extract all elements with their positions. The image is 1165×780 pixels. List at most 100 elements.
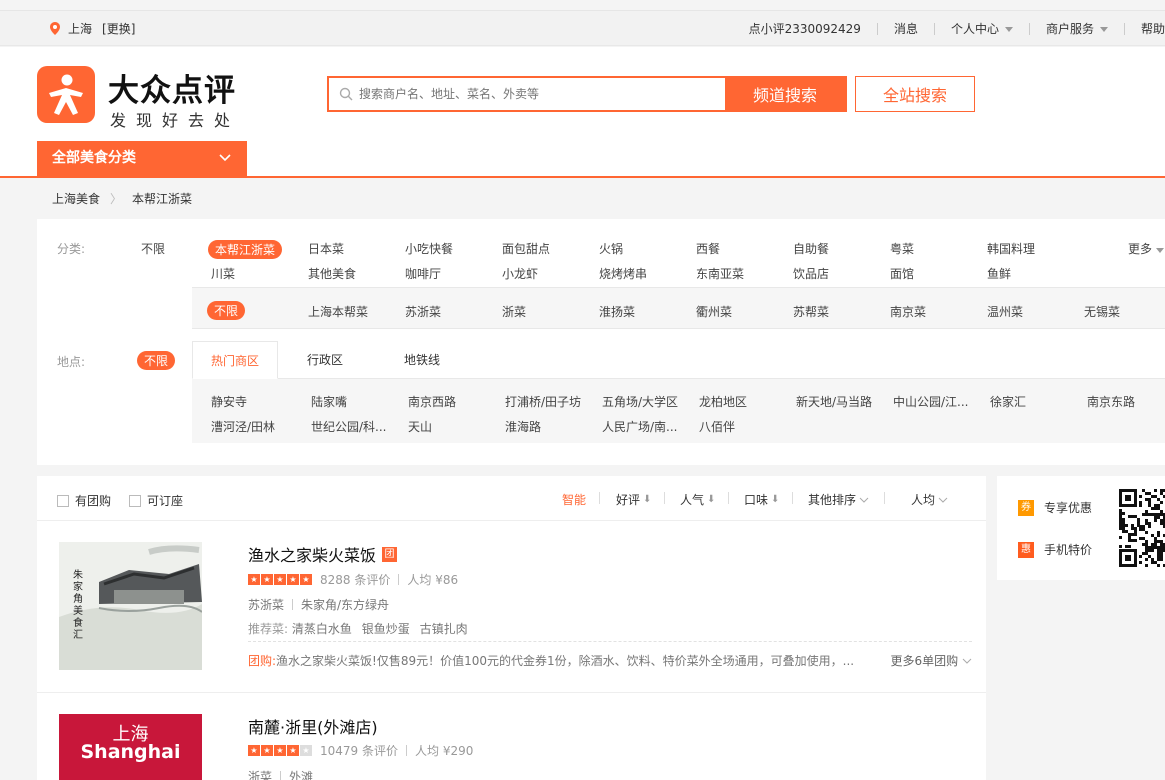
tab-admin-districts[interactable]: 行政区 xyxy=(289,341,361,379)
area-tag[interactable]: 外滩 xyxy=(289,768,313,780)
subcategory-option[interactable]: 淮扬菜 xyxy=(599,303,635,320)
shop-thumbnail[interactable]: 朱家角美食汇 xyxy=(59,542,202,670)
exclusive-offers-link[interactable]: 券 专享优惠 xyxy=(1018,499,1092,516)
area-option[interactable]: 五角场/大学区 xyxy=(602,393,678,410)
location-all[interactable]: 不限 xyxy=(137,351,176,370)
area-option[interactable]: 漕河泾/田林 xyxy=(211,418,275,435)
shop-name-link[interactable]: 南麓·浙里(外滩店) xyxy=(248,714,378,738)
username-link[interactable]: 点小评2330092429 xyxy=(733,20,877,37)
subcategory-option[interactable]: 苏浙菜 xyxy=(405,303,441,320)
category-option[interactable]: 小吃快餐 xyxy=(405,240,453,257)
sort-rating[interactable]: 好评 ⬇ xyxy=(616,491,651,508)
shop-name-row: 渔水之家柴火菜饭 团 xyxy=(248,542,398,566)
category-option[interactable]: 粤菜 xyxy=(890,240,914,257)
area-option[interactable]: 世纪公园/科... xyxy=(311,418,387,435)
subcategory-option[interactable]: 上海本帮菜 xyxy=(308,303,368,320)
area-option[interactable]: 静安寺 xyxy=(211,393,247,410)
category-option[interactable]: 本帮江浙菜 xyxy=(208,240,283,259)
chevron-down-icon xyxy=(219,154,231,162)
area-option[interactable]: 八佰伴 xyxy=(699,418,735,435)
subcategory-option[interactable]: 无锡菜 xyxy=(1084,303,1120,320)
messages-label: 消息 xyxy=(893,22,918,36)
star-icon: ★ xyxy=(248,745,260,756)
reservable-checkbox[interactable]: 可订座 xyxy=(129,492,183,509)
has-group-buy-checkbox[interactable]: 有团购 xyxy=(57,492,111,509)
category-option[interactable]: 日本菜 xyxy=(308,240,344,257)
sort-other[interactable]: 其他排序 xyxy=(808,491,869,508)
category-option[interactable]: 韩国料理 xyxy=(987,240,1035,257)
category-option[interactable]: 面包甜点 xyxy=(502,240,550,257)
site-search-button[interactable]: 全站搜索 xyxy=(855,76,975,112)
cuisine-tag[interactable]: 苏浙菜 xyxy=(248,596,284,613)
messages-link[interactable]: 消息 xyxy=(878,20,934,37)
more-deals-link[interactable]: 更多6单团购 xyxy=(891,652,972,669)
review-count-link[interactable]: 10479 条评价 xyxy=(320,742,398,759)
category-option[interactable]: 面馆 xyxy=(890,265,914,282)
review-count-link[interactable]: 8288 条评价 xyxy=(320,571,390,588)
subcategory-option[interactable]: 温州菜 xyxy=(987,303,1023,320)
cuisine-tag[interactable]: 浙菜 xyxy=(248,768,272,780)
breadcrumb-shanghai-food[interactable]: 上海美食 xyxy=(52,190,100,207)
sort-popularity[interactable]: 人气 ⬇ xyxy=(680,491,715,508)
category-option[interactable]: 鱼鲜 xyxy=(987,265,1011,282)
area-option[interactable]: 南京东路 xyxy=(1087,393,1135,410)
area-option[interactable]: 陆家嘴 xyxy=(311,393,347,410)
personal-center-menu[interactable]: 个人中心 xyxy=(935,20,1029,37)
shop-item[interactable]: 朱家角美食汇 渔水之家柴火菜饭 团 ★ ★ ★ ★ ★ 8288 条评价 人均 ¥86 … xyxy=(37,521,986,693)
divider xyxy=(664,492,665,504)
category-option[interactable]: 东南亚菜 xyxy=(696,265,744,282)
city-selector[interactable]: 上海 [更换] xyxy=(50,20,135,37)
category-option[interactable]: 饮品店 xyxy=(793,265,829,282)
sort-avg-price[interactable]: 人均 xyxy=(911,491,948,508)
category-option[interactable]: 咖啡厅 xyxy=(405,265,441,282)
tab-metro-lines[interactable]: 地铁线 xyxy=(386,341,458,379)
subcategory-option[interactable]: 衢州菜 xyxy=(696,303,732,320)
area-option[interactable]: 中山公园/江... xyxy=(893,393,969,410)
checkbox-box xyxy=(57,494,69,507)
dish-link[interactable]: 银鱼炒蛋 xyxy=(362,622,410,636)
dish-link[interactable]: 清蒸白水鱼 xyxy=(292,622,352,636)
category-option[interactable]: 小龙虾 xyxy=(502,265,538,282)
category-filter-label: 分类: xyxy=(57,242,86,256)
dish-link[interactable]: 古镇扎肉 xyxy=(420,622,468,636)
category-option[interactable]: 川菜 xyxy=(211,265,235,282)
mobile-deals-link[interactable]: 惠 手机特价 xyxy=(1018,541,1092,558)
search-input[interactable] xyxy=(329,78,725,110)
search-icon xyxy=(339,87,353,101)
area-option[interactable]: 淮海路 xyxy=(505,418,541,435)
area-option[interactable]: 龙柏地区 xyxy=(699,393,747,410)
tab-hot-districts[interactable]: 热门商区 xyxy=(192,341,279,379)
shop-tags-row: 苏浙菜 朱家角/东方绿舟 xyxy=(248,596,389,613)
area-option[interactable]: 徐家汇 xyxy=(990,393,1026,410)
shop-item[interactable]: 上海 Shanghai 南麓·浙里(外滩店) ★ ★ ★ ★ ★ 10479 条评价 人… xyxy=(37,693,986,780)
category-option[interactable]: 自助餐 xyxy=(793,240,829,257)
merchant-service-menu[interactable]: 商户服务 xyxy=(1030,20,1124,37)
subcategory-option[interactable]: 不限 xyxy=(207,301,246,320)
area-option[interactable]: 天山 xyxy=(408,418,432,435)
channel-search-button[interactable]: 频道搜索 xyxy=(725,78,845,110)
category-option[interactable]: 烧烤烤串 xyxy=(599,265,647,282)
subcategory-option[interactable]: 苏帮菜 xyxy=(793,303,829,320)
shop-name-link[interactable]: 渔水之家柴火菜饭 xyxy=(248,542,376,566)
shop-thumbnail[interactable]: 上海 Shanghai xyxy=(59,714,202,780)
subcategory-option[interactable]: 浙菜 xyxy=(502,303,526,320)
help-link[interactable]: 帮助 xyxy=(1125,20,1165,37)
all-food-categories-menu[interactable]: 全部美食分类 xyxy=(37,141,247,176)
category-option[interactable]: 西餐 xyxy=(696,240,720,257)
change-city-link[interactable]: [更换] xyxy=(102,20,135,37)
sort-smart[interactable]: 智能 xyxy=(562,491,586,508)
area-option[interactable]: 新天地/马当路 xyxy=(796,393,872,410)
area-option[interactable]: 人民广场/南... xyxy=(602,418,678,435)
area-tag[interactable]: 朱家角/东方绿舟 xyxy=(301,596,389,613)
area-option[interactable]: 南京西路 xyxy=(408,393,456,410)
sort-taste[interactable]: 口味 ⬇ xyxy=(744,491,779,508)
subcategory-option[interactable]: 南京菜 xyxy=(890,303,926,320)
area-option[interactable]: 打浦桥/田子坊 xyxy=(505,393,581,410)
category-option[interactable]: 其他美食 xyxy=(308,265,356,282)
more-categories-link[interactable]: 更多 xyxy=(1128,240,1164,257)
logo-icon[interactable] xyxy=(37,66,95,123)
category-all[interactable]: 不限 xyxy=(141,240,165,257)
category-option[interactable]: 火锅 xyxy=(599,240,623,257)
star-icon: ★ xyxy=(287,745,299,756)
deal-link[interactable]: 渔水之家柴火菜饭!仅售89元！价值100元的代金券1份，除酒水、饮料、特价菜外全… xyxy=(276,654,854,668)
